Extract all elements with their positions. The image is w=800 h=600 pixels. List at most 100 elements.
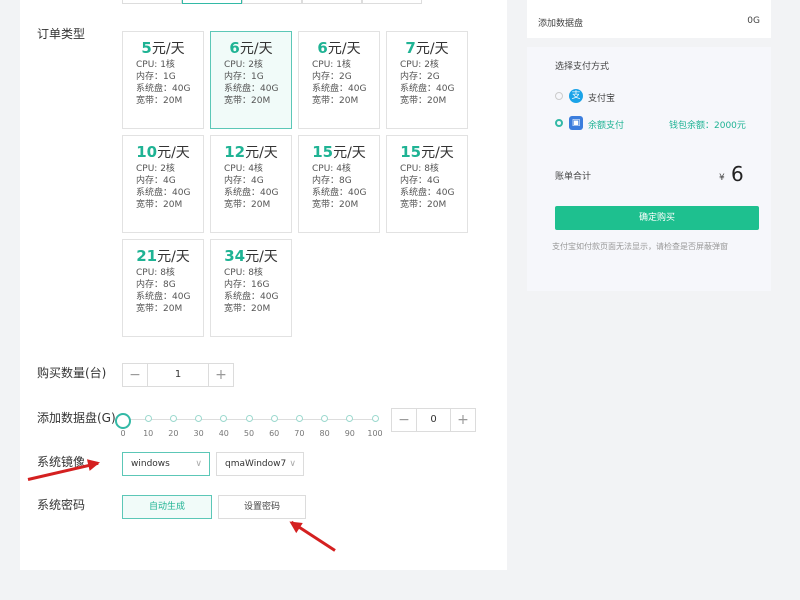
plan-cpu: CPU: 8核: [400, 164, 439, 174]
plan-price-unit: 元/天: [245, 249, 278, 265]
slider-tick-label: 40: [218, 429, 229, 438]
plan-memory: 内存：16G: [224, 280, 270, 290]
plan-bandwidth: 宽带：20M: [312, 96, 359, 106]
plan-system-disk: 系统盘：40G: [400, 188, 455, 198]
slider-tick-label: 60: [269, 429, 280, 438]
set-password-button[interactable]: 设置密码: [218, 495, 306, 519]
data-disk-label: 添加数据盘(G): [37, 411, 116, 425]
plan-card[interactable]: 7元/天 CPU: 2核 内存：2G 系统盘：40G 宽带：20M: [386, 31, 468, 129]
region-tab[interactable]: [242, 0, 302, 4]
data-disk-input[interactable]: 0: [416, 409, 451, 431]
quantity-input[interactable]: 1: [147, 364, 209, 386]
plan-price: 6元/天: [211, 37, 291, 59]
system-password-label: 系统密码: [37, 498, 86, 512]
plan-price-value: 5: [141, 39, 152, 57]
region-tab[interactable]: [302, 0, 362, 4]
plan-card[interactable]: 6元/天 CPU: 2核 内存：1G 系统盘：40G 宽带：20M: [210, 31, 292, 129]
plan-cpu: CPU: 4核: [224, 164, 263, 174]
os-version-select[interactable]: qmaWindow7 ∨: [216, 452, 304, 476]
plan-price-unit: 元/天: [421, 145, 454, 161]
plan-price-value: 12: [224, 143, 246, 161]
plan-card[interactable]: 21元/天 CPU: 8核 内存：8G 系统盘：40G 宽带：20M: [122, 239, 204, 337]
plan-price-unit: 元/天: [151, 41, 185, 57]
slider-tick-label: 50: [243, 429, 255, 438]
region-tab-active[interactable]: [182, 0, 242, 4]
plan-cpu: CPU: 1核: [312, 60, 351, 70]
plan-price-value: 6: [229, 39, 240, 57]
os-select[interactable]: windows ∨: [122, 452, 210, 476]
plan-price: 12元/天: [211, 141, 291, 163]
slider-step-dot[interactable]: [220, 415, 228, 422]
plan-system-disk: 系统盘：40G: [136, 188, 191, 198]
plan-price-value: 6: [317, 39, 328, 57]
plan-price-value: 15: [400, 143, 422, 161]
plan-memory: 内存：4G: [136, 176, 176, 186]
plan-memory: 内存：8G: [312, 176, 352, 186]
alipay-icon: 支: [569, 89, 583, 103]
data-disk-plus-button[interactable]: +: [451, 409, 475, 431]
total-label: 账单合计: [555, 172, 592, 182]
os-version-value: qmaWindow7: [225, 459, 287, 469]
plan-bandwidth: 宽带：20M: [136, 304, 183, 314]
slider-tick-label: 90: [344, 429, 355, 438]
plan-memory: 内存：4G: [400, 176, 440, 186]
plan-system-disk: 系统盘：40G: [136, 84, 191, 94]
plan-memory: 内存：2G: [400, 72, 440, 82]
plan-price-value: 34: [224, 247, 246, 265]
plan-bandwidth: 宽带：20M: [312, 200, 359, 210]
plan-card[interactable]: 34元/天 CPU: 8核 内存：16G 系统盘：40G 宽带：20M: [210, 239, 292, 337]
balance-label[interactable]: 余额支付: [588, 118, 624, 131]
plan-card[interactable]: 5元/天 CPU: 1核 内存：1G 系统盘：40G 宽带：20M: [122, 31, 204, 129]
slider-tick-label: 20: [168, 429, 179, 438]
plan-cpu: CPU: 8核: [224, 268, 263, 278]
plan-price-unit: 元/天: [239, 41, 273, 57]
plan-price-value: 10: [136, 143, 158, 161]
slider-step-dot[interactable]: [270, 415, 278, 422]
quantity-minus-button[interactable]: −: [123, 364, 147, 386]
slider-step-dot[interactable]: [371, 415, 379, 422]
plan-card[interactable]: 10元/天 CPU: 2核 内存：4G 系统盘：40G 宽带：20M: [122, 135, 204, 233]
slider-tick-label: 70: [294, 429, 305, 438]
data-disk-slider[interactable]: 0 10 20 30 40 50 60 70 80 90 100: [115, 411, 383, 441]
plan-price-value: 15: [312, 143, 334, 161]
slider-tick-label: 100: [367, 429, 383, 438]
slider-step-dot[interactable]: [195, 415, 203, 422]
slider-tick-label: 0: [120, 429, 126, 438]
plan-card[interactable]: 6元/天 CPU: 1核 内存：2G 系统盘：40G 宽带：20M: [298, 31, 380, 129]
plan-memory: 内存：2G: [312, 72, 352, 82]
slider-step-dot[interactable]: [245, 415, 253, 422]
quantity-stepper: − 1 +: [122, 363, 234, 387]
plan-price-unit: 元/天: [333, 145, 366, 161]
slider-handle[interactable]: [115, 413, 131, 429]
data-disk-minus-button[interactable]: −: [392, 409, 416, 431]
currency-symbol: ¥: [719, 173, 725, 183]
plan-system-disk: 系统盘：40G: [224, 188, 279, 198]
plan-card[interactable]: 12元/天 CPU: 4核 内存：4G 系统盘：40G 宽带：20M: [210, 135, 292, 233]
slider-step-dot[interactable]: [321, 415, 329, 422]
plan-price-unit: 元/天: [415, 41, 449, 57]
slider-step-dot[interactable]: [295, 415, 303, 422]
chevron-down-icon: ∨: [195, 459, 202, 469]
auto-generate-password-button[interactable]: 自动生成: [122, 495, 212, 519]
confirm-purchase-button[interactable]: 确定购买: [555, 206, 759, 230]
balance-radio[interactable]: [555, 119, 563, 127]
quantity-plus-button[interactable]: +: [209, 364, 233, 386]
region-tab[interactable]: [122, 0, 182, 4]
plan-system-disk: 系统盘：40G: [224, 84, 279, 94]
region-tab[interactable]: [362, 0, 422, 4]
plan-price-unit: 元/天: [327, 41, 361, 57]
slider-tick-label: 80: [319, 429, 330, 438]
plan-card[interactable]: 15元/天 CPU: 4核 内存：8G 系统盘：40G 宽带：20M: [298, 135, 380, 233]
plan-memory: 内存：4G: [224, 176, 264, 186]
alipay-radio[interactable]: [555, 92, 563, 100]
plan-card[interactable]: 15元/天 CPU: 8核 内存：4G 系统盘：40G 宽带：20M: [386, 135, 468, 233]
payment-panel: 选择支付方式 支 支付宝 ▣ 余额支付 钱包余额：2000元 账单合计 ¥ 6 …: [527, 47, 771, 291]
plan-price-unit: 元/天: [157, 249, 190, 265]
slider-step-dot[interactable]: [144, 415, 152, 422]
slider-step-dot[interactable]: [346, 415, 354, 422]
alipay-label[interactable]: 支付宝: [588, 91, 615, 104]
plan-bandwidth: 宽带：20M: [224, 304, 271, 314]
slider-step-dot[interactable]: [169, 415, 177, 422]
plan-price: 10元/天: [123, 141, 203, 163]
popup-hint: 支付宝如付款页面无法显示，请检查是否屏蔽弹窗: [552, 242, 728, 251]
